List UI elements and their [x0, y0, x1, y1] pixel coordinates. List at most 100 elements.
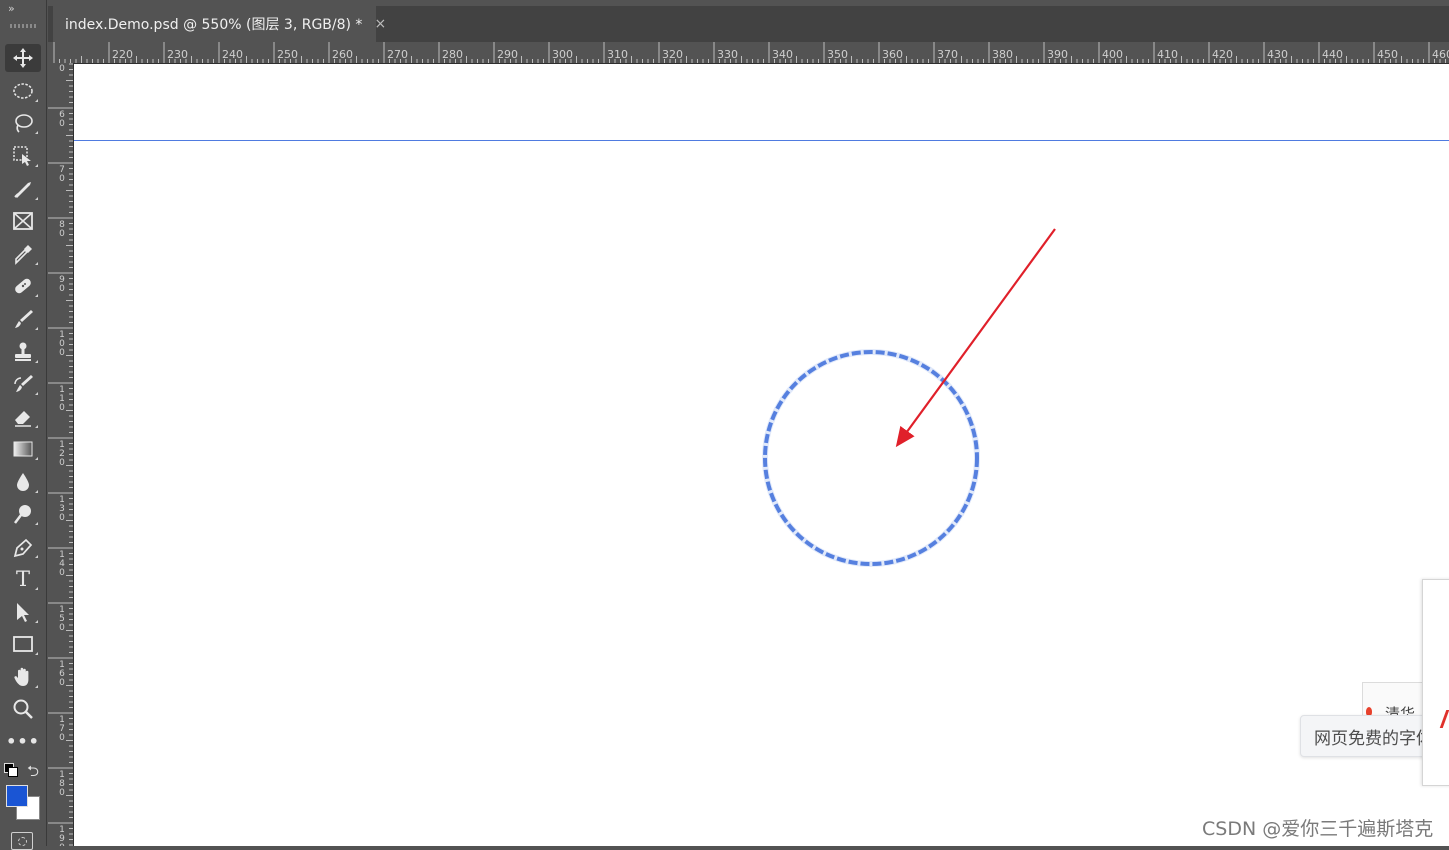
blue-circle-inner-stroke [762, 349, 980, 567]
hand-tool[interactable] [5, 663, 41, 691]
zoom-tool[interactable] [5, 695, 41, 723]
path-selection-tool[interactable] [5, 598, 41, 626]
frame-tool[interactable] [5, 207, 41, 235]
ruler-label: 440 [1322, 48, 1343, 61]
ruler-label: 60 [59, 110, 65, 129]
ruler-label: 430 [1267, 48, 1288, 61]
side-popup-panel[interactable] [1422, 579, 1449, 786]
document-canvas[interactable]: 清华 网页免费的字体 CSDN @爱你三千遍斯塔克 [74, 64, 1449, 846]
watermark-text: CSDN @爱你三千遍斯塔克 [1202, 818, 1434, 840]
red-mark-icon [1439, 710, 1449, 728]
ruler-label: 190 [59, 825, 65, 847]
vertical-ruler[interactable]: 50 60 70 80 90 100 110 120 130 140 150 160 170 180 190 [48, 63, 74, 846]
ruler-label: 300 [552, 48, 573, 61]
magnifier-icon [13, 699, 33, 719]
dodge-tool[interactable] [5, 500, 41, 528]
bandage-icon [15, 278, 31, 294]
document-tab-title: index.Demo.psd @ 550% (图层 3, RGB/8) * [65, 17, 363, 33]
ruler-label: 370 [937, 48, 958, 61]
ruler-label: 100 [59, 330, 65, 358]
ruler-label: 320 [662, 48, 683, 61]
move-icon [13, 48, 33, 68]
ruler-label: 390 [1047, 48, 1068, 61]
pen-tool[interactable] [5, 533, 41, 561]
ruler-label: 220 [112, 48, 133, 61]
foreground-color-swatch[interactable] [6, 785, 28, 807]
blur-tool[interactable] [5, 468, 41, 496]
lasso-tool[interactable] [5, 109, 41, 137]
gradient-icon [13, 441, 33, 457]
tooltip-text: 网页免费的字体 [1314, 728, 1432, 749]
ruler-label: 450 [1377, 48, 1398, 61]
ruler-label: 340 [772, 48, 793, 61]
history-brush-tool[interactable] [5, 370, 41, 398]
tools-panel: » T ••• ⮌ [0, 0, 47, 850]
eraser-tool[interactable] [5, 403, 41, 431]
close-icon[interactable]: × [374, 16, 386, 32]
ruler-label: 160 [59, 660, 65, 688]
eyedropper-icon [15, 245, 32, 265]
ruler-label: 90 [59, 275, 65, 294]
object-selection-tool[interactable] [5, 142, 41, 170]
panel-grip[interactable] [10, 24, 36, 28]
pen-icon [13, 538, 33, 558]
more-icon: ••• [6, 731, 40, 751]
drop-icon [17, 473, 29, 491]
move-tool[interactable] [5, 44, 41, 72]
elliptical-marquee-tool[interactable] [5, 77, 41, 105]
spot-healing-tool[interactable] [5, 272, 41, 300]
ruler-label: 270 [387, 48, 408, 61]
horizontal-ruler[interactable]: 220 230 240 250 260 270 280 290 300 310 320 330 340 3… [48, 42, 1449, 64]
quick-mask-icon[interactable] [11, 832, 33, 850]
ellipse-marquee-icon [13, 83, 33, 99]
eraser-icon [15, 411, 31, 427]
arrow-cursor-icon [17, 603, 29, 622]
gradient-tool[interactable] [5, 435, 41, 463]
ruler-label: 240 [222, 48, 243, 61]
document-tab[interactable]: index.Demo.psd @ 550% (图层 3, RGB/8) * × [53, 6, 386, 42]
ruler-label: 310 [607, 48, 628, 61]
type-tool[interactable]: T [5, 565, 41, 593]
ruler-label: 80 [59, 220, 65, 239]
edit-toolbar[interactable]: ••• [5, 727, 41, 755]
brush-tool[interactable] [5, 305, 41, 333]
frame-icon [13, 212, 33, 230]
ruler-label: 70 [59, 165, 65, 184]
stamp-icon [15, 342, 31, 361]
ruler-label: 400 [1102, 48, 1123, 61]
crop-tool[interactable] [5, 175, 41, 203]
default-colors-icon[interactable] [4, 763, 18, 777]
ruler-label: 110 [59, 385, 65, 413]
ruler-label: 230 [167, 48, 188, 61]
collapse-panel-button[interactable]: » [8, 3, 15, 14]
ruler-label: 280 [442, 48, 463, 61]
lasso-icon [15, 114, 33, 133]
ruler-label: 50 [59, 63, 65, 74]
swap-colors-icon[interactable]: ⮌ [27, 761, 39, 786]
ruler-label: 130 [59, 495, 65, 523]
dodge-icon [14, 505, 31, 524]
ruler-label: 150 [59, 605, 65, 633]
ruler-label: 260 [332, 48, 353, 61]
object-selection-icon [13, 146, 31, 166]
ruler-label: 420 [1212, 48, 1233, 61]
crop-icon [14, 182, 31, 198]
rectangle-icon [13, 636, 33, 652]
ruler-label: 140 [59, 550, 65, 578]
document-tab-bar: index.Demo.psd @ 550% (图层 3, RGB/8) * × [48, 6, 1449, 42]
brush-icon [15, 310, 33, 328]
red-arrow-annotation [895, 228, 1056, 448]
ruler-label: 460 [1432, 48, 1449, 61]
hand-icon [14, 667, 29, 686]
rectangle-tool[interactable] [5, 630, 41, 658]
ruler-label: 250 [277, 48, 298, 61]
history-brush-icon [14, 375, 33, 392]
ruler-label: 330 [717, 48, 738, 61]
eyedropper-tool[interactable] [5, 240, 41, 268]
ruler-label: 290 [497, 48, 518, 61]
ruler-label: 380 [992, 48, 1013, 61]
clone-stamp-tool[interactable] [5, 338, 41, 366]
ruler-label: 350 [827, 48, 848, 61]
canvas-artwork [762, 228, 1056, 567]
font-tooltip[interactable]: 网页免费的字体 [1300, 715, 1432, 757]
